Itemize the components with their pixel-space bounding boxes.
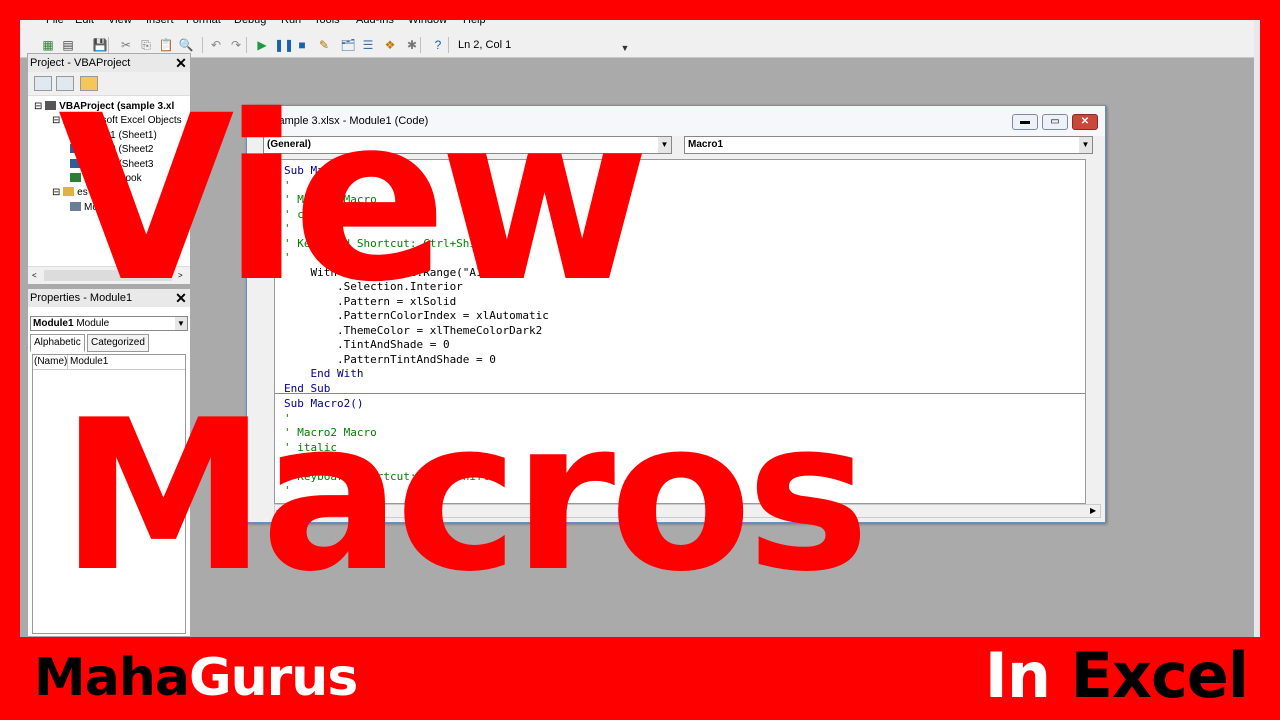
break-icon[interactable]: ❚❚ [274, 37, 294, 53]
overlay-title-view: View [58, 66, 650, 332]
scroll-left-icon[interactable]: < [32, 271, 37, 281]
property-row[interactable]: (Name) Module1 [33, 355, 185, 370]
menu-window[interactable]: Window [408, 20, 447, 26]
toolbar-separator [202, 37, 203, 53]
menu-debug[interactable]: Debug [234, 20, 266, 26]
save-icon[interactable]: 💾 [92, 37, 108, 53]
maximize-button[interactable]: ▭ [1042, 114, 1068, 130]
desktop-scrollbar[interactable] [1254, 20, 1260, 637]
toolbar-overflow-icon[interactable]: ▼ [620, 36, 630, 54]
brand-part-gurus: Gurus [188, 648, 358, 708]
insert-module-icon[interactable]: ▤ [60, 37, 76, 53]
cursor-position: Ln 2, Col 1 [458, 39, 512, 51]
tab-alphabetic[interactable]: Alphabetic [30, 334, 85, 352]
code-line: .TintAndShade = 0 [284, 338, 450, 351]
brand-logo: MahaGurus [34, 648, 358, 708]
topic-tag: In Excel [985, 643, 1249, 709]
reset-icon[interactable]: ■ [294, 37, 310, 53]
redo-icon[interactable]: ↷ [228, 37, 244, 53]
procedure-combo[interactable]: Macro1 ▼ [684, 136, 1093, 154]
menu-insert[interactable]: Insert [146, 20, 174, 26]
toolbar-separator [246, 37, 247, 53]
help-icon[interactable]: ? [430, 37, 446, 53]
menu-help[interactable]: Help [463, 20, 486, 26]
cut-icon[interactable]: ✂ [118, 37, 134, 53]
scroll-right-icon[interactable]: ▶ [1090, 506, 1096, 516]
property-value[interactable]: Module1 [70, 355, 108, 369]
menu-edit[interactable]: Edit [75, 20, 94, 26]
menu-addins[interactable]: Add-Ins [356, 20, 394, 26]
design-mode-icon[interactable]: ✎ [316, 37, 332, 53]
menu-file[interactable]: File [46, 20, 64, 26]
procedure-combo-value: Macro1 [688, 139, 724, 150]
view-code-icon[interactable] [34, 76, 52, 91]
menu-format[interactable]: Format [186, 20, 221, 26]
property-name: (Name) [34, 355, 68, 369]
minimize-button[interactable]: ▬ [1012, 114, 1038, 130]
toolbar-separator [448, 37, 449, 53]
tag-part-in: In [984, 639, 1051, 712]
menu-bar: File Edit View Insert Format Debug Run Tools Add… [20, 20, 1254, 32]
toolbar-separator [420, 37, 421, 53]
collapse-icon[interactable]: ⊟ [34, 101, 45, 112]
menu-run[interactable]: Run [281, 20, 301, 26]
toolbox-icon[interactable]: ✱ [404, 37, 420, 53]
code-line: .PatternTintAndShade = 0 [284, 352, 496, 366]
chevron-down-icon[interactable]: ▼ [1079, 137, 1092, 153]
toolbar-separator [108, 37, 109, 53]
chevron-down-icon[interactable]: ▼ [658, 137, 671, 153]
paste-icon[interactable]: 📋 [158, 37, 174, 53]
excel-icon[interactable]: ▦ [40, 37, 56, 53]
brand-part-maha: Maha [34, 648, 190, 708]
overlay-title-macros: Macros [60, 376, 870, 618]
close-button[interactable]: ✕ [1072, 114, 1098, 130]
vbaproject-icon [45, 101, 57, 110]
find-icon[interactable]: 🔍 [178, 37, 194, 53]
menu-view[interactable]: View [108, 20, 132, 26]
properties-icon[interactable]: ☰ [360, 37, 376, 53]
tag-part-excel: Excel [1070, 639, 1249, 712]
tab-categorized[interactable]: Categorized [87, 334, 149, 352]
menu-tools[interactable]: Tools [314, 20, 340, 26]
copy-icon[interactable]: ⎘ [138, 37, 154, 53]
run-icon[interactable]: ▶ [254, 37, 270, 53]
standard-toolbar: Ln 2, Col 1 ▼ ▦ ▤ 💾 ✂ ⎘ 📋 🔍 ↶ ↷ ▶ ❚❚ ■ ✎ 🗂 ☰ ❖ ✱? [20, 32, 1254, 58]
project-explorer-icon[interactable]: 🗂 [340, 37, 356, 53]
object-browser-icon[interactable]: ❖ [382, 37, 398, 53]
undo-icon[interactable]: ↶ [208, 37, 224, 53]
